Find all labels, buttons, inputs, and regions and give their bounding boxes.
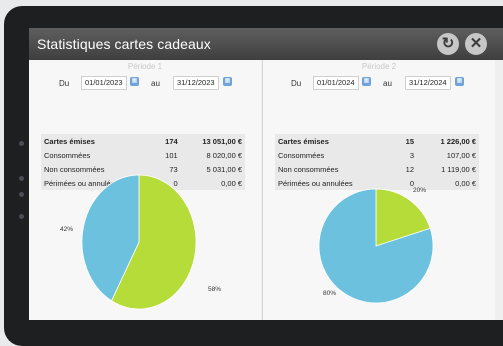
app-screen: Statistiques cartes cadeaux ↻ ✕ Période …: [29, 28, 503, 320]
table-row: Consommées 3 107,00 €: [275, 148, 479, 162]
period-title: Période 2: [361, 62, 397, 71]
row-label: Consommées: [278, 150, 325, 160]
row-count: 3: [409, 150, 414, 160]
calendar-icon[interactable]: ▦: [455, 77, 464, 86]
period-1-panel: Période 1 Du 01/01/2023 ▦ au 31/12/2023 …: [29, 60, 261, 320]
from-label: Du: [59, 79, 70, 88]
pie-label: 80%: [323, 290, 337, 297]
device-button: [19, 176, 24, 181]
refresh-icon[interactable]: ↻: [437, 33, 459, 55]
pie-label: 20%: [413, 187, 427, 194]
calendar-icon[interactable]: ▦: [362, 77, 371, 86]
row-amount: 1 226,00 €: [440, 136, 476, 146]
to-date-input[interactable]: 31/12/2023: [173, 76, 219, 90]
table-row: Cartes émises 15 1 226,00 €: [275, 134, 479, 148]
row-amount: 8 020,00 €: [206, 150, 242, 160]
row-label: Cartes émises: [44, 136, 95, 146]
row-amount: 1 119,00 €: [441, 164, 476, 174]
calendar-icon[interactable]: ▦: [130, 77, 139, 86]
pie-chart: [318, 188, 434, 304]
to-label: au: [383, 79, 392, 88]
title-bar: Statistiques cartes cadeaux ↻ ✕: [29, 28, 503, 60]
to-date-input[interactable]: 31/12/2024: [405, 76, 451, 90]
pie-chart: [81, 174, 197, 310]
row-count: 12: [405, 164, 414, 174]
from-date-input[interactable]: 01/01/2024: [313, 76, 359, 90]
row-amount: 107,00 €: [446, 150, 476, 160]
row-count: 174: [165, 136, 178, 146]
row-count: 15: [405, 136, 414, 146]
row-label: Cartes émises: [278, 136, 329, 146]
date-range: Du 01/01/2023 ▦ au 31/12/2023 ▦: [29, 76, 261, 92]
device-button: [19, 192, 24, 197]
table-row: Consommées 101 8 020,00 €: [41, 148, 245, 162]
window-title: Statistiques cartes cadeaux: [37, 36, 211, 52]
calendar-icon[interactable]: ▦: [223, 77, 232, 86]
row-count: 101: [165, 150, 178, 160]
stats-table: Cartes émises 15 1 226,00 € Consommées 3 107…: [275, 134, 479, 190]
period-2-panel: Période 2 Du 01/01/2024 ▦ au 31/12/2024 …: [263, 60, 495, 320]
device-button: [19, 141, 24, 146]
from-date-input[interactable]: 01/01/2023: [81, 76, 127, 90]
row-amount: 13 051,00 €: [202, 136, 242, 146]
period-title: Période 1: [127, 62, 163, 71]
device-button: [19, 214, 24, 219]
row-label: Non consommées: [278, 164, 339, 174]
date-range: Du 01/01/2024 ▦ au 31/12/2024 ▦: [263, 76, 495, 92]
pie-label: 58%: [208, 286, 222, 293]
row-label: Consommées: [44, 150, 91, 160]
table-row: Non consommées 12 1 119,00 €: [275, 162, 479, 176]
from-label: Du: [291, 79, 302, 88]
to-label: au: [151, 79, 160, 88]
pie-label: 42%: [60, 226, 74, 233]
table-row: Cartes émises 174 13 051,00 €: [41, 134, 245, 148]
close-icon[interactable]: ✕: [465, 33, 487, 55]
